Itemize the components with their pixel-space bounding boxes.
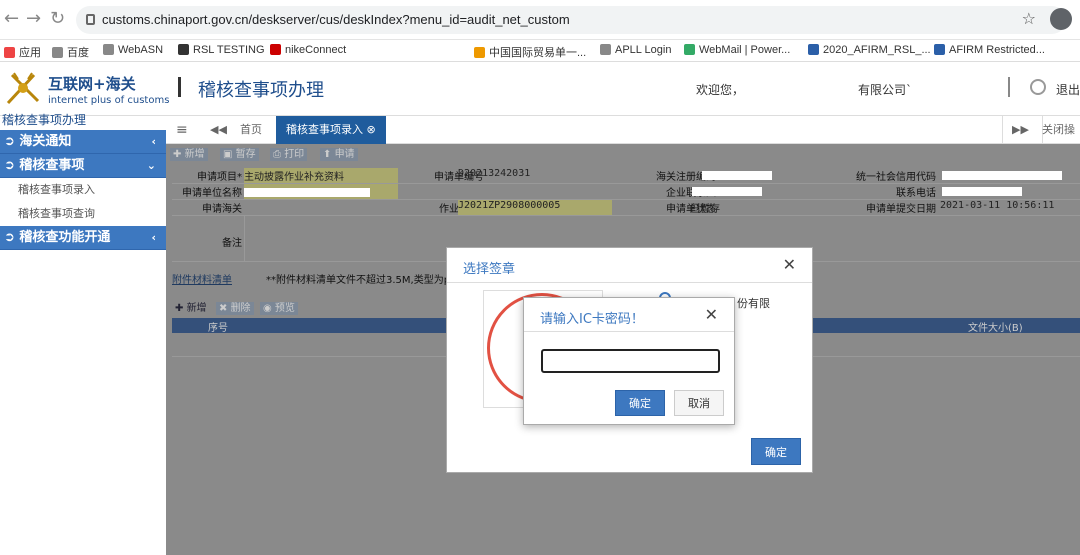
url-text[interactable]: customs.chinaport.gov.cn/deskserver/cus/… bbox=[102, 12, 570, 27]
bookmark-star-icon[interactable]: ☆ bbox=[1022, 9, 1036, 28]
sidebar-item-audit-matters[interactable]: ➲ 稽核查事项 ⌄ bbox=[0, 154, 166, 178]
field-label: 海关注册编码 bbox=[656, 172, 716, 183]
sidebar-heading: 稽核查事项办理 bbox=[2, 113, 87, 127]
bookmark-apll[interactable]: APLL Login bbox=[600, 44, 671, 56]
form-row: 申请单位名称 企业联系人 联系电话 bbox=[172, 184, 1080, 200]
field-label: 申请单位名称 bbox=[182, 188, 242, 199]
sidebar-sub-query[interactable]: 稽核查事项查询 bbox=[0, 202, 166, 226]
sidebar-sub-entry[interactable]: 稽核查事项录入 bbox=[0, 178, 166, 202]
dialog-title: 选择签章 bbox=[463, 262, 516, 277]
apply-no-field: D20213242031 bbox=[458, 168, 531, 179]
tab-audit-entry[interactable]: 稽核查事项录入 ⊗ bbox=[276, 116, 386, 144]
apply-item-field[interactable]: 主动披露作业补充资料 bbox=[244, 168, 398, 183]
dialog-title: 请输入IC卡密码！ bbox=[540, 312, 644, 327]
redaction bbox=[244, 188, 370, 197]
welcome-text: 欢迎您， bbox=[696, 83, 745, 97]
ic-password-dialog: 请输入IC卡密码！ ✕ 确定 取消 bbox=[523, 297, 735, 425]
redaction bbox=[942, 187, 1022, 196]
header-divider-2 bbox=[1008, 77, 1010, 97]
bookmarks-bar: 应用 百度 WebASN RSL TESTING nikeConnect 中国国… bbox=[0, 40, 1080, 62]
form-row: 申请项目* 主动披露作业补充资料 申请单编号 D20213242031 海关注册… bbox=[172, 168, 1080, 184]
reload-icon[interactable]: ↻ bbox=[50, 8, 65, 29]
header-divider bbox=[178, 77, 181, 97]
bookmark-baidu[interactable]: 百度 bbox=[52, 44, 89, 60]
scroll-left-icon[interactable]: ◀◀ bbox=[210, 116, 227, 144]
customs-emblem-icon bbox=[6, 72, 40, 105]
apply-button[interactable]: ⬆ 申请 bbox=[320, 148, 358, 161]
url-bar[interactable]: customs.chinaport.gov.cn/deskserver/cus/… bbox=[76, 6, 1072, 34]
close-icon[interactable]: ✕ bbox=[705, 305, 718, 324]
redaction bbox=[942, 171, 1062, 180]
submit-date-value: 2021-03-11 10:56:11 bbox=[940, 200, 1055, 211]
seal-company-name: 份有限 bbox=[737, 297, 770, 310]
chevron-left-icon: ‹ bbox=[151, 231, 156, 244]
back-icon[interactable]: ← bbox=[4, 8, 19, 29]
chevron-left-icon: ‹ bbox=[151, 135, 156, 148]
bookmark-nike[interactable]: nikeConnect bbox=[270, 44, 346, 56]
status-value: 已暂存 bbox=[690, 204, 720, 215]
close-icon[interactable]: ✕ bbox=[783, 255, 796, 274]
page-title: 稽核查事项办理 bbox=[198, 80, 324, 101]
sidebar: 稽核查事项办理 ➲ 海关通知 ‹ ➲ 稽核查事项 ⌄ 稽核查事项录入 稽核查事项查询… bbox=[0, 113, 166, 555]
menu-toggle-icon[interactable]: ≡ bbox=[176, 116, 188, 144]
field-label: 备注 bbox=[222, 238, 242, 249]
field-label: 申请项目* bbox=[197, 172, 242, 183]
sidebar-item-function-enable[interactable]: ➲ 稽核查功能开通 ‹ bbox=[0, 226, 166, 250]
browser-address-bar: ← → ↻ customs.chinaport.gov.cn/deskserve… bbox=[0, 0, 1080, 40]
field-label: 申请海关 bbox=[202, 204, 242, 215]
logo-title: 互联网+海关 bbox=[48, 75, 136, 93]
job-no-field[interactable]: J2021ZP2908000005 bbox=[458, 200, 612, 215]
attach-delete-button[interactable]: ✖ 删除 bbox=[216, 302, 254, 315]
field-label: 统一社会信用代码 bbox=[856, 172, 936, 183]
chevron-down-icon: ⌄ bbox=[146, 159, 156, 172]
field-label: 联系电话 bbox=[896, 188, 936, 199]
tab-bar: ≡ ◀◀ 首页 稽核查事项录入 ⊗ ▶▶ 关闭操作 bbox=[166, 116, 1080, 164]
ic-password-input[interactable] bbox=[541, 349, 720, 373]
lock-icon bbox=[86, 14, 95, 25]
bookmark-afirm-rsl[interactable]: 2020_AFIRM_RSL_... bbox=[808, 44, 931, 56]
cancel-button[interactable]: 取消 bbox=[674, 390, 724, 416]
sidebar-item-customs-notice[interactable]: ➲ 海关通知 ‹ bbox=[0, 130, 166, 154]
tab-home[interactable]: 首页 bbox=[240, 116, 262, 144]
col-index: 序号 bbox=[208, 323, 228, 334]
bookmark-webasn[interactable]: WebASN bbox=[103, 44, 163, 56]
print-button[interactable]: ⎙ 打印 bbox=[270, 148, 308, 161]
field-label: 申请单提交日期 bbox=[866, 204, 936, 215]
attachments-heading: 附件材料清单 bbox=[172, 275, 232, 286]
attachments-note: **附件材料清单文件不超过3.5M,类型为p bbox=[266, 275, 451, 286]
company-name: 有限公司` bbox=[858, 83, 913, 97]
redaction bbox=[702, 171, 772, 180]
close-ops-menu[interactable]: 关闭操作 bbox=[1042, 116, 1080, 164]
logo-subtitle: internet plus of customs bbox=[48, 95, 170, 106]
bookmark-rsl[interactable]: RSL TESTING bbox=[178, 44, 265, 56]
forward-icon[interactable]: → bbox=[26, 8, 41, 29]
divider bbox=[524, 331, 734, 332]
new-button[interactable]: ✚ 新增 bbox=[170, 148, 208, 161]
col-size: 文件大小(B) bbox=[968, 323, 1023, 334]
seal-confirm-button[interactable]: 确定 bbox=[751, 438, 801, 465]
attach-new-button[interactable]: ✚ 新增 bbox=[172, 302, 210, 315]
save-button[interactable]: ▣ 暂存 bbox=[220, 148, 259, 161]
bookmark-webmail[interactable]: WebMail | Power... bbox=[684, 44, 790, 56]
app-header: 互联网+海关 internet plus of customs 稽核查事项办理 … bbox=[0, 63, 1080, 116]
attach-preview-button[interactable]: ◉ 预览 bbox=[260, 302, 298, 315]
divider bbox=[447, 282, 812, 283]
bookmark-apps[interactable]: 应用 bbox=[4, 44, 41, 60]
scroll-right-icon[interactable]: ▶▶ bbox=[1012, 116, 1029, 144]
confirm-button[interactable]: 确定 bbox=[615, 390, 665, 416]
redaction bbox=[692, 187, 762, 196]
form-row: 申请海关 作业编号* J2021ZP2908000005 申请单状态 已暂存 申… bbox=[172, 200, 1080, 216]
power-icon[interactable] bbox=[1030, 79, 1046, 95]
tab-divider bbox=[1002, 116, 1003, 144]
profile-icon[interactable] bbox=[1050, 8, 1072, 30]
logout-link[interactable]: 退出 bbox=[1056, 81, 1080, 98]
bookmark-single-window[interactable]: 中国国际贸易单一... bbox=[474, 44, 586, 60]
bookmark-afirm-restricted[interactable]: AFIRM Restricted... bbox=[934, 44, 1045, 56]
close-tab-icon[interactable]: ⊗ bbox=[367, 123, 376, 136]
